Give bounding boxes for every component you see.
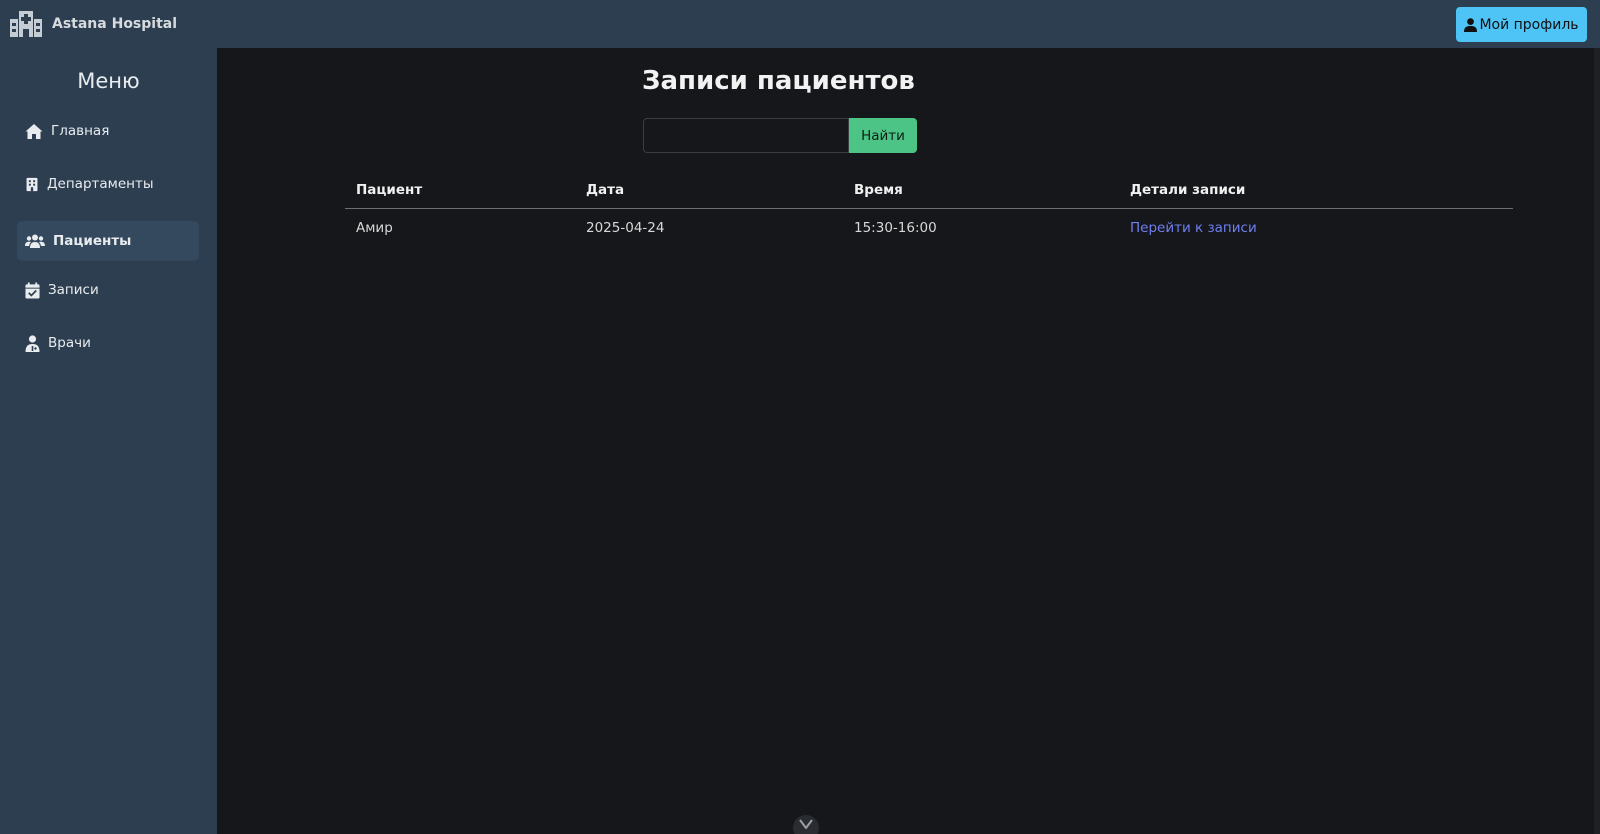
- calendar-check-icon: [25, 282, 40, 298]
- page-title: Записи пациентов: [642, 66, 915, 96]
- hospital-logo-icon: [10, 11, 42, 37]
- search-input[interactable]: [643, 118, 849, 153]
- building-icon: [26, 177, 38, 191]
- table-header: Пациент Дата Время Детали записи: [345, 172, 1513, 209]
- sidebar-item-doctors[interactable]: Врачи: [17, 323, 199, 363]
- sidebar-item-departments[interactable]: Департаменты: [17, 164, 199, 204]
- home-icon: [25, 123, 43, 139]
- chevron-down-icon: [799, 819, 813, 829]
- sidebar-item-patients[interactable]: Пациенты: [17, 221, 199, 261]
- cell-time: 15:30-16:00: [854, 220, 937, 236]
- column-header-time: Время: [854, 182, 903, 198]
- column-header-details: Детали записи: [1130, 182, 1246, 198]
- sidebar-item-label: Главная: [51, 123, 110, 139]
- my-profile-button[interactable]: Мой профиль: [1456, 7, 1587, 42]
- column-header-date: Дата: [586, 182, 625, 198]
- view-appointment-link[interactable]: Перейти к записи: [1130, 220, 1257, 236]
- sidebar-item-label: Врачи: [48, 335, 91, 351]
- cell-date: 2025-04-24: [586, 220, 665, 236]
- appointments-table: Пациент Дата Время Детали записи Амир 20…: [345, 172, 1513, 247]
- my-profile-label: Мой профиль: [1479, 16, 1579, 33]
- sidebar: Меню Главная Департаменты Пациенты Запис…: [0, 48, 217, 834]
- sidebar-item-home[interactable]: Главная: [17, 111, 199, 151]
- brand-name: Astana Hospital: [52, 16, 178, 32]
- column-header-patient: Пациент: [356, 182, 423, 198]
- doctor-icon: [25, 334, 40, 352]
- brand[interactable]: Astana Hospital: [10, 10, 177, 38]
- top-navbar: Astana Hospital Мой профиль: [0, 0, 1600, 48]
- cell-patient: Амир: [356, 220, 393, 236]
- cell-details: Перейти к записи: [1130, 209, 1257, 247]
- scroll-down-button[interactable]: [793, 815, 819, 834]
- search-button[interactable]: Найти: [849, 118, 917, 153]
- table-row: Амир 2025-04-24 15:30-16:00 Перейти к за…: [345, 209, 1513, 247]
- user-icon: [1464, 17, 1478, 32]
- page-scrollbar[interactable]: [1594, 48, 1600, 834]
- users-icon: [25, 234, 45, 248]
- sidebar-item-appointments[interactable]: Записи: [17, 270, 199, 310]
- menu-title: Меню: [77, 69, 140, 93]
- sidebar-item-label: Записи: [48, 282, 99, 298]
- sidebar-item-label: Пациенты: [53, 233, 132, 249]
- sidebar-item-label: Департаменты: [47, 176, 154, 192]
